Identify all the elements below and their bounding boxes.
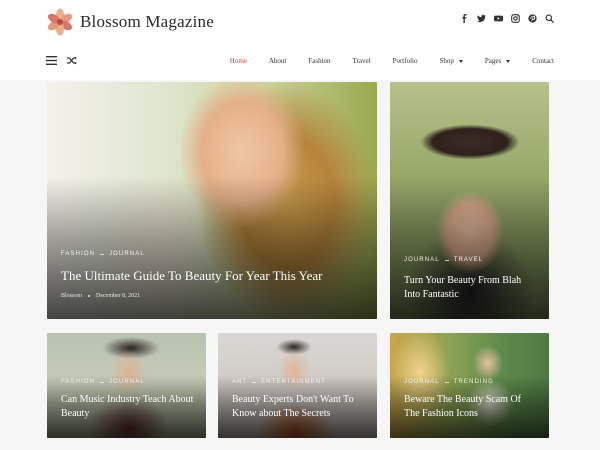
side-post-card[interactable]: Journal Travel Turn Your Beauty From Bla… xyxy=(390,82,549,319)
flower-logo-icon xyxy=(46,8,74,36)
category-link[interactable]: Trending xyxy=(454,379,494,385)
nav-item-home[interactable]: Home xyxy=(230,57,247,65)
post-card[interactable]: Art Entertainment Beauty Experts Don't W… xyxy=(218,333,377,438)
post-categories: Journal Trending xyxy=(404,379,494,385)
featured-post-meta: Blossom December 8, 2021 xyxy=(61,293,140,299)
category-link[interactable]: Journal xyxy=(109,251,145,257)
primary-menu: Home About Fashion Travel Portfolio Shop… xyxy=(230,42,554,80)
nav-link-fashion[interactable]: Fashion xyxy=(308,57,330,65)
post-categories: Fashion Journal xyxy=(61,379,145,385)
category-separator xyxy=(252,381,257,383)
post-title[interactable]: Beauty Experts Don't Want To Know about … xyxy=(232,393,365,420)
shuffle-icon[interactable] xyxy=(67,56,77,65)
meta-separator xyxy=(88,295,91,297)
facebook-icon[interactable] xyxy=(460,14,469,23)
nav-item-shop[interactable]: Shop xyxy=(439,57,463,65)
nav-item-contact[interactable]: Contact xyxy=(532,57,554,65)
post-card[interactable]: Journal Trending Beware The Beauty Scam … xyxy=(390,333,549,438)
category-link[interactable]: Fashion xyxy=(61,379,95,385)
category-link[interactable]: Journal xyxy=(109,379,145,385)
category-separator xyxy=(100,381,105,383)
brand[interactable]: Blossom Magazine xyxy=(46,8,214,36)
featured-post-title[interactable]: The Ultimate Guide To Beauty For Year Th… xyxy=(61,267,365,285)
side-post-categories: Journal Travel xyxy=(404,257,483,263)
category-separator xyxy=(100,253,105,255)
twitter-icon[interactable] xyxy=(477,14,486,23)
site-title: Blossom Magazine xyxy=(80,12,214,31)
pinterest-icon[interactable] xyxy=(528,14,537,23)
category-link[interactable]: Art xyxy=(232,379,247,385)
nav-left-controls xyxy=(46,56,77,65)
post-date: December 8, 2021 xyxy=(96,293,141,299)
nav-link-about[interactable]: About xyxy=(269,57,287,65)
nav-item-about[interactable]: About xyxy=(269,57,287,65)
nav-link-home[interactable]: Home xyxy=(230,57,247,65)
nav-item-portfolio[interactable]: Portfolio xyxy=(393,57,418,65)
post-author[interactable]: Blossom xyxy=(61,293,82,299)
category-link[interactable]: Journal xyxy=(404,379,440,385)
category-separator xyxy=(444,259,449,261)
main-navigation-bar: Home About Fashion Travel Portfolio Shop… xyxy=(0,42,600,80)
site-header: Blossom Magazine xyxy=(0,0,600,43)
chevron-down-icon xyxy=(458,59,463,63)
nav-item-travel[interactable]: Travel xyxy=(353,57,371,65)
featured-post-card[interactable]: Fashion Journal The Ultimate Guide To Be… xyxy=(47,82,377,319)
category-link[interactable]: Fashion xyxy=(61,251,95,257)
category-link[interactable]: Entertainment xyxy=(261,379,326,385)
post-title[interactable]: Beware The Beauty Scam Of The Fashion Ic… xyxy=(404,393,537,420)
nav-link-shop[interactable]: Shop xyxy=(439,57,453,65)
youtube-icon[interactable] xyxy=(494,14,503,23)
page: Blossom Magazine Home About Fashion Trav… xyxy=(0,0,600,450)
category-link[interactable]: Journal xyxy=(404,257,440,263)
post-categories: Art Entertainment xyxy=(232,379,326,385)
search-icon[interactable] xyxy=(545,14,554,23)
featured-post-categories: Fashion Journal xyxy=(61,251,145,257)
nav-item-pages[interactable]: Pages xyxy=(485,57,511,65)
category-link[interactable]: Travel xyxy=(454,257,484,263)
category-separator xyxy=(444,381,449,383)
side-post-title[interactable]: Turn Your Beauty From Blah Into Fantasti… xyxy=(404,274,537,301)
nav-link-contact[interactable]: Contact xyxy=(532,57,554,65)
social-links xyxy=(460,14,554,23)
nav-link-portfolio[interactable]: Portfolio xyxy=(393,57,418,65)
chevron-down-icon xyxy=(506,59,511,63)
post-title[interactable]: Can Music Industry Teach About Beauty xyxy=(61,393,194,420)
nav-link-pages[interactable]: Pages xyxy=(485,57,501,65)
nav-item-fashion[interactable]: Fashion xyxy=(308,57,330,65)
nav-link-travel[interactable]: Travel xyxy=(353,57,371,65)
post-card[interactable]: Fashion Journal Can Music Industry Teach… xyxy=(47,333,206,438)
hamburger-menu-icon[interactable] xyxy=(46,56,57,65)
instagram-icon[interactable] xyxy=(511,14,520,23)
